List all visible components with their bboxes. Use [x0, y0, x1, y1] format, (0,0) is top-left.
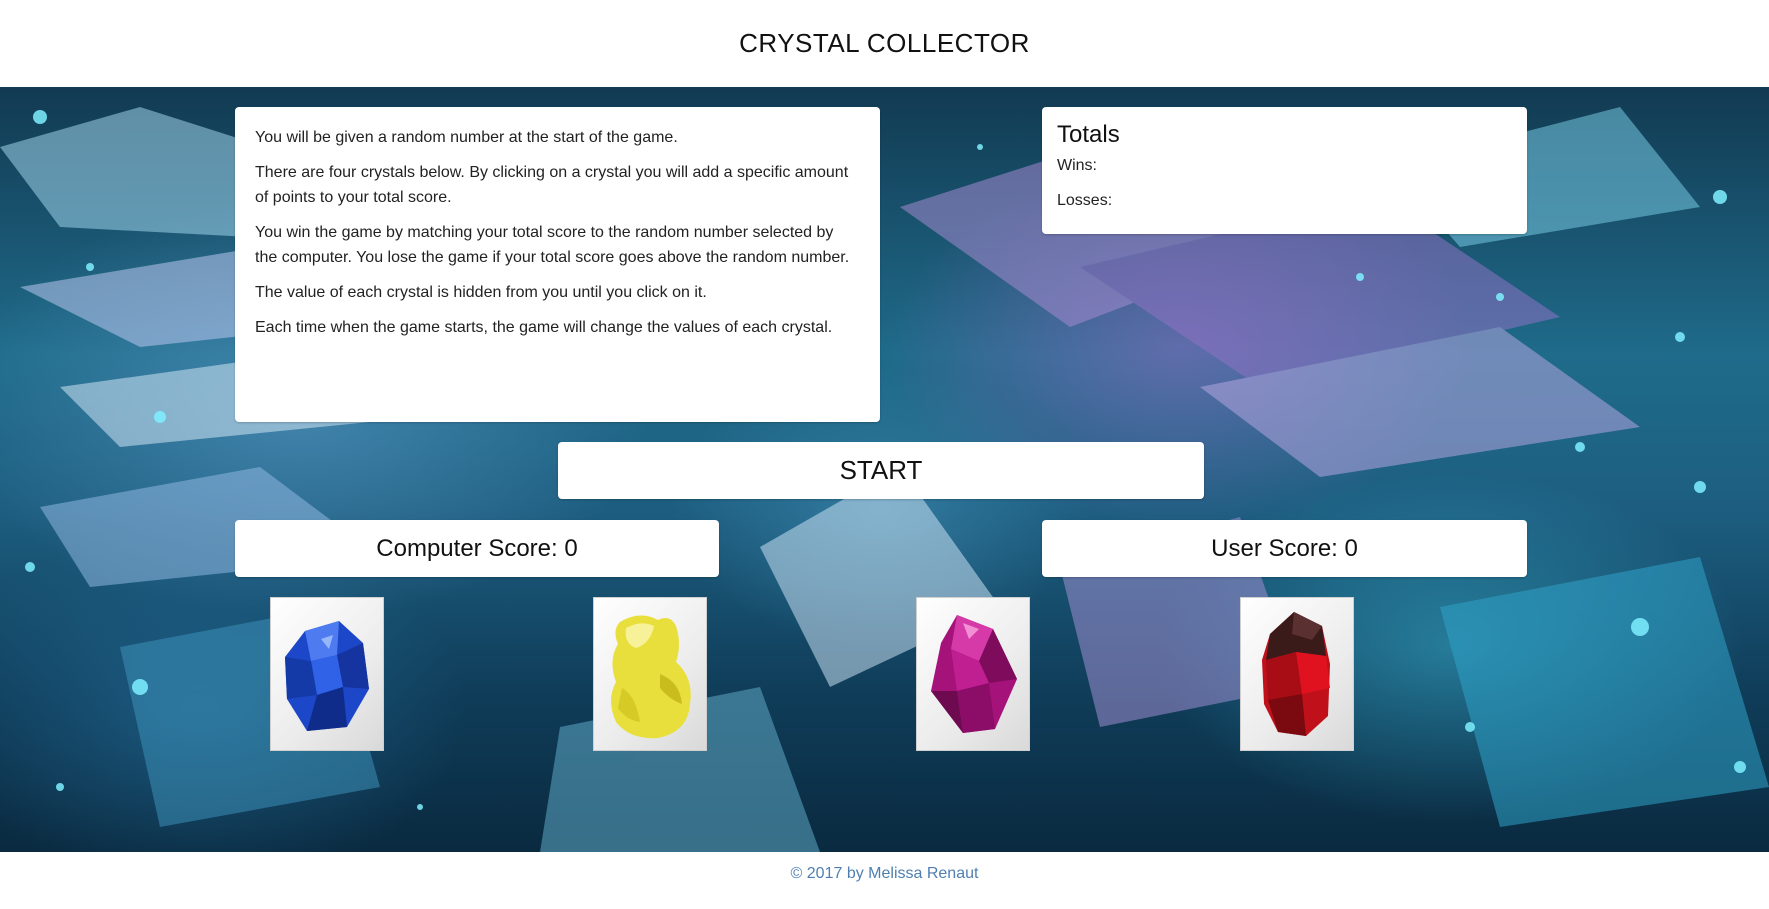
- totals-title: Totals: [1057, 121, 1120, 148]
- user-score: User Score: 0: [1042, 520, 1527, 577]
- red-crystal-button[interactable]: [1240, 597, 1354, 751]
- instruction-text: You win the game by matching your total …: [255, 224, 850, 266]
- instruction-text: Each time when the game starts, the game…: [255, 319, 833, 336]
- page-footer: © 2017 by Melissa Renaut: [0, 852, 1769, 909]
- totals-panel: Totals Wins: Losses:: [1042, 107, 1527, 234]
- game-area: You will be given a random number at the…: [0, 87, 1769, 852]
- yellow-crystal-icon: [611, 615, 691, 739]
- blue-crystal-button[interactable]: [270, 597, 384, 751]
- red-crystal-icon: [1262, 612, 1330, 736]
- yellow-crystal-button[interactable]: [593, 597, 707, 751]
- purple-crystal-icon: [931, 615, 1017, 733]
- purple-crystal-button[interactable]: [916, 597, 1030, 751]
- instructions-panel: You will be given a random number at the…: [235, 107, 880, 422]
- blue-crystal-icon: [285, 621, 369, 731]
- copyright-text: © 2017 by Melissa Renaut: [790, 865, 979, 882]
- computer-score: Computer Score: 0: [235, 520, 719, 577]
- start-button[interactable]: START: [558, 442, 1204, 499]
- instruction-text: The value of each crystal is hidden from…: [255, 284, 707, 301]
- instruction-text: You will be given a random number at the…: [255, 129, 678, 146]
- instruction-text: There are four crystals below. By clicki…: [255, 164, 849, 206]
- page-title: CRYSTAL COLLECTOR: [739, 28, 1030, 58]
- wins-label: Wins:: [1057, 157, 1097, 174]
- page-header: CRYSTAL COLLECTOR: [0, 0, 1769, 87]
- losses-label: Losses:: [1057, 192, 1113, 209]
